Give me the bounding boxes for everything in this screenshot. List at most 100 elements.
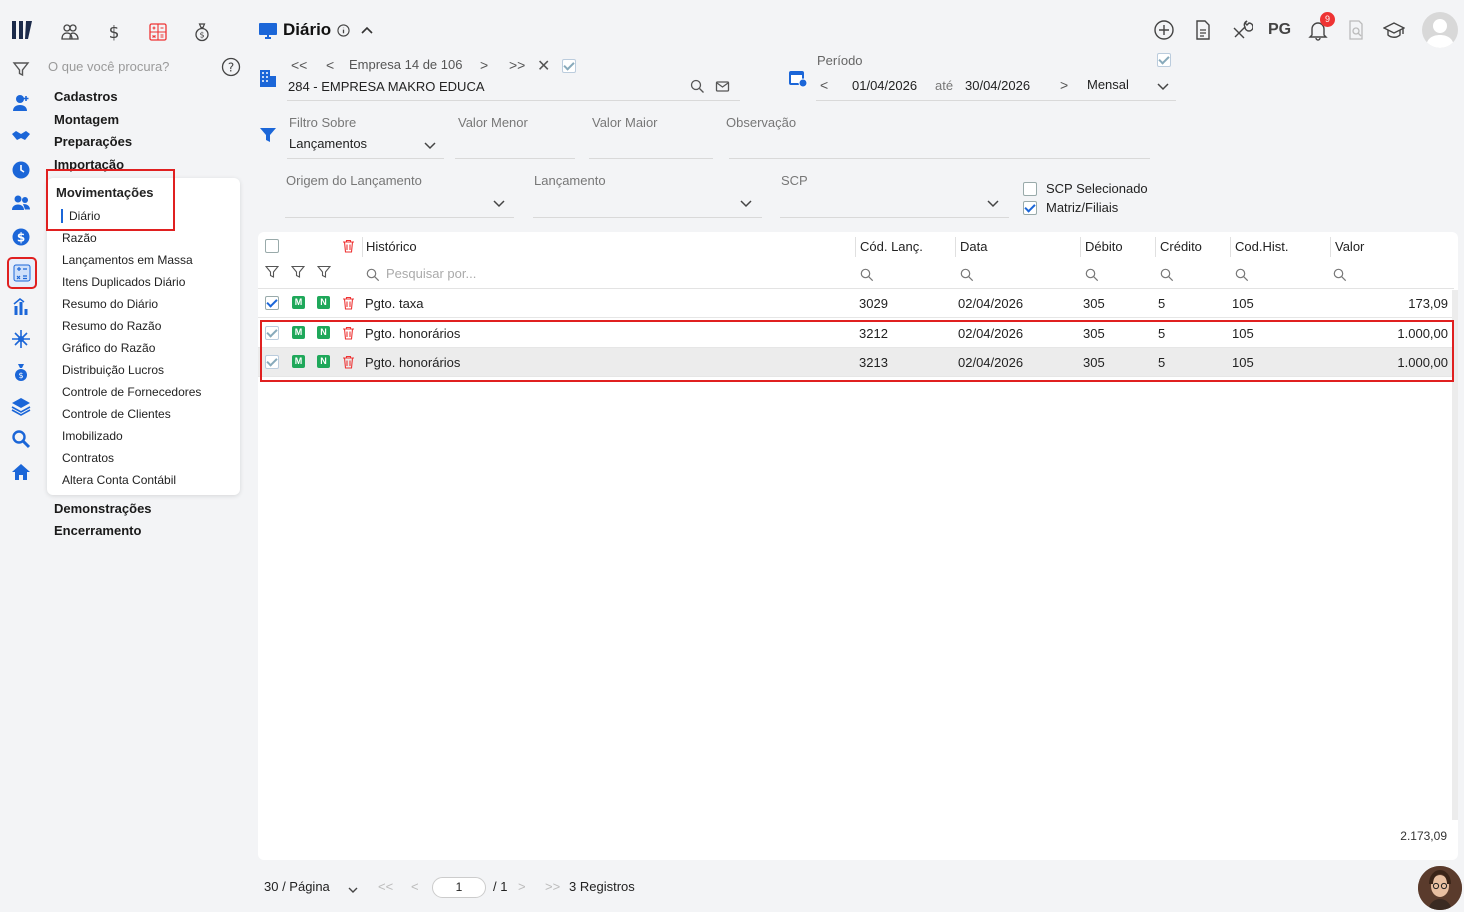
- mail-icon[interactable]: [715, 79, 730, 94]
- menu-group-encerramento[interactable]: Encerramento: [54, 523, 141, 538]
- scp-selecionado-checkbox[interactable]: [1023, 182, 1037, 196]
- scp-select[interactable]: [780, 217, 1009, 218]
- chevron-down-icon[interactable]: [347, 883, 359, 893]
- observacao-input[interactable]: [729, 158, 1150, 159]
- filter-icon[interactable]: [316, 265, 332, 279]
- accounting-module-icon[interactable]: [146, 20, 170, 44]
- handshake-icon[interactable]: [10, 125, 32, 147]
- row-checkbox[interactable]: [265, 296, 279, 310]
- historico-search-input[interactable]: Pesquisar por...: [386, 266, 476, 281]
- chevron-up-icon[interactable]: [360, 24, 374, 36]
- search-icon[interactable]: [1333, 268, 1347, 282]
- badge-m[interactable]: M: [292, 296, 305, 309]
- accounting-calculator-icon[interactable]: [7, 257, 37, 289]
- help-icon[interactable]: ?: [221, 57, 241, 77]
- clear-company-button[interactable]: ✕: [537, 56, 550, 76]
- next-period-button[interactable]: >: [1060, 77, 1068, 93]
- finance-module-icon[interactable]: $: [102, 20, 126, 44]
- column-credito[interactable]: Crédito: [1160, 239, 1202, 254]
- submenu-item-lancamentos-massa[interactable]: Lançamentos em Massa: [62, 253, 193, 267]
- menu-group-demonstracoes[interactable]: Demonstrações: [54, 501, 152, 516]
- period-checkbox[interactable]: [1157, 53, 1171, 67]
- trash-icon[interactable]: [342, 296, 355, 310]
- submenu-item-resumo-diario[interactable]: Resumo do Diário: [62, 297, 158, 311]
- next-company-button[interactable]: >: [480, 57, 488, 73]
- company-field[interactable]: 284 - EMPRESA MAKRO EDUCA: [288, 79, 485, 94]
- document-icon[interactable]: [1191, 18, 1215, 42]
- current-page-input[interactable]: 1: [432, 877, 486, 898]
- period-mode-select[interactable]: Mensal: [1087, 77, 1129, 92]
- filter-icon[interactable]: [290, 265, 306, 279]
- submenu-item-controle-clientes[interactable]: Controle de Clientes: [62, 407, 171, 421]
- submenu-item-distribuicao-lucros[interactable]: Distribuição Lucros: [62, 363, 164, 377]
- chevron-down-icon[interactable]: [492, 197, 506, 208]
- column-cod-hist[interactable]: Cod.Hist.: [1235, 239, 1288, 254]
- chevron-down-icon[interactable]: [1156, 80, 1170, 91]
- last-page-button[interactable]: >>: [545, 879, 560, 894]
- chart-up-icon[interactable]: [10, 296, 32, 318]
- menu-search-input[interactable]: O que você procura?: [48, 59, 169, 74]
- column-cod-lanc[interactable]: Cód. Lanç.: [860, 239, 923, 254]
- search-icon[interactable]: [1160, 268, 1174, 282]
- prev-page-button[interactable]: <: [411, 879, 419, 894]
- submenu-item-resumo-razao[interactable]: Resumo do Razão: [62, 319, 161, 333]
- period-start-date[interactable]: 01/04/2026: [852, 78, 917, 93]
- origem-select[interactable]: [285, 217, 514, 218]
- delete-selected-icon[interactable]: [342, 239, 355, 253]
- chevron-down-icon[interactable]: [423, 139, 437, 150]
- valor-maior-input[interactable]: [589, 158, 713, 159]
- last-company-button[interactable]: >>: [509, 57, 525, 73]
- submenu-item-razao[interactable]: Razão: [62, 231, 97, 245]
- badge-n[interactable]: N: [317, 296, 330, 309]
- submenu-item-altera-conta[interactable]: Altera Conta Contábil: [62, 473, 176, 487]
- app-logo-icon[interactable]: [10, 18, 36, 42]
- user-initials-pg[interactable]: PG: [1268, 21, 1291, 39]
- prev-company-button[interactable]: <: [326, 57, 334, 73]
- search-icon[interactable]: [960, 268, 974, 282]
- period-end-date[interactable]: 30/04/2026: [965, 78, 1030, 93]
- prev-period-button[interactable]: <: [820, 77, 828, 93]
- user-avatar[interactable]: [1422, 12, 1458, 48]
- submenu-item-itens-duplicados[interactable]: Itens Duplicados Diário: [62, 275, 185, 289]
- search-icon[interactable]: [10, 428, 32, 450]
- select-all-checkbox[interactable]: [265, 239, 279, 253]
- layers-icon[interactable]: [10, 395, 32, 417]
- first-page-button[interactable]: <<: [378, 879, 393, 894]
- menu-group-montagem[interactable]: Montagem: [54, 112, 119, 127]
- users-icon[interactable]: [10, 192, 32, 214]
- filtro-sobre-select[interactable]: Lançamentos: [289, 136, 367, 151]
- network-icon[interactable]: [10, 328, 32, 350]
- menu-group-cadastros[interactable]: Cadastros: [54, 89, 118, 104]
- tools-icon[interactable]: [1230, 18, 1254, 42]
- people-module-icon[interactable]: [58, 20, 82, 44]
- clock-icon[interactable]: [10, 159, 32, 181]
- column-data[interactable]: Data: [960, 239, 987, 254]
- column-historico[interactable]: Histórico: [366, 239, 417, 254]
- valor-menor-input[interactable]: [455, 158, 575, 159]
- submenu-item-grafico-razao[interactable]: Gráfico do Razão: [62, 341, 155, 355]
- chevron-down-icon[interactable]: [986, 197, 1000, 208]
- first-company-button[interactable]: <<: [291, 57, 307, 73]
- company-checkbox[interactable]: [562, 59, 576, 73]
- submenu-item-controle-fornecedores[interactable]: Controle de Fornecedores: [62, 385, 201, 399]
- assistant-avatar[interactable]: [1418, 866, 1462, 910]
- lancamento-select[interactable]: [533, 217, 762, 218]
- column-debito[interactable]: Débito: [1085, 239, 1123, 254]
- report-search-icon[interactable]: [1344, 18, 1368, 42]
- matriz-filiais-checkbox[interactable]: [1023, 201, 1037, 215]
- graduation-cap-icon[interactable]: [1382, 18, 1406, 42]
- filter-icon[interactable]: [10, 58, 32, 80]
- submenu-item-imobilizado[interactable]: Imobilizado: [62, 429, 123, 443]
- menu-group-preparacoes[interactable]: Preparações: [54, 134, 132, 149]
- per-page-select[interactable]: 30 / Página: [264, 879, 330, 894]
- company-search-icon[interactable]: [690, 79, 705, 94]
- filter-icon[interactable]: [264, 265, 280, 279]
- search-icon[interactable]: [1235, 268, 1249, 282]
- info-icon[interactable]: [337, 24, 350, 37]
- column-valor[interactable]: Valor: [1335, 239, 1364, 254]
- money-bag-module-icon[interactable]: $: [190, 20, 214, 44]
- add-circle-icon[interactable]: [1152, 18, 1176, 42]
- chevron-down-icon[interactable]: [739, 197, 753, 208]
- user-add-icon[interactable]: [10, 92, 32, 114]
- home-icon[interactable]: [10, 461, 32, 483]
